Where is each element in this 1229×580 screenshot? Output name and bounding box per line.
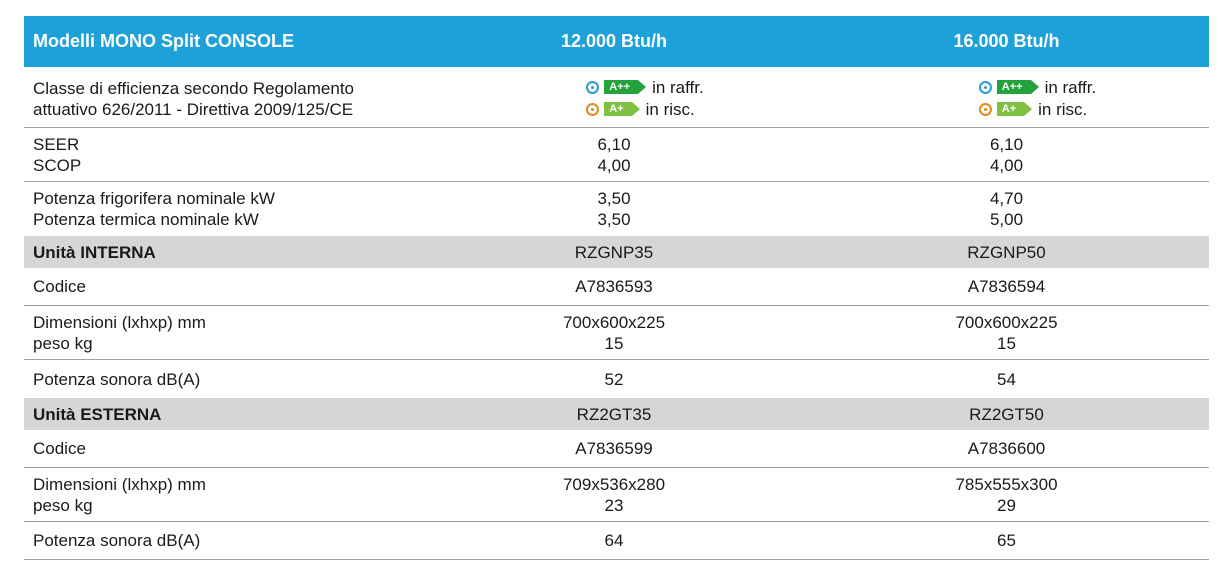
sun-icon	[586, 102, 600, 116]
header-col-16000: 16.000 Btu/h	[953, 31, 1060, 51]
outdoor-unit-title: Unità ESTERNA	[33, 404, 162, 424]
seer-label: SEER	[33, 134, 80, 154]
weight-label: peso kg	[33, 495, 93, 515]
table-row-outdoor-code: Codice A7836599 A7836600	[24, 430, 1209, 468]
energy-class-badge: A+	[604, 102, 641, 117]
section-outdoor-unit: Unità ESTERNA RZ2GT35 RZ2GT50	[24, 398, 1209, 430]
energy-class-badge: A++	[604, 80, 646, 95]
efficiency-col2: A++ in raffr. A+ in risc.	[804, 76, 1209, 121]
heating-power-value: 3,50	[597, 210, 631, 229]
seer-scop-labels: SEER SCOP	[24, 134, 424, 176]
heating-power-label: Potenza termica nominale kW	[33, 210, 259, 229]
heating-power-value: 5,00	[989, 210, 1024, 229]
scop-value: 4,00	[989, 155, 1024, 175]
dimensions-value: 700x600x225	[955, 312, 1058, 332]
code-value: A7836593	[575, 277, 653, 296]
seer-scop-col1: 6,10 4,00	[424, 134, 804, 176]
indoor-model: RZGNP50	[967, 242, 1046, 262]
heat-mode-text: in risc.	[645, 99, 695, 119]
sound-value: 54	[997, 369, 1016, 389]
table-row-indoor-code: Codice A7836593 A7836594	[24, 268, 1209, 306]
dimensions-value: 700x600x225	[562, 312, 666, 332]
cooling-power-value: 3,50	[597, 189, 631, 208]
table-row-outdoor-sound: Potenza sonora dB(A) 64 65	[24, 522, 1209, 560]
energy-class-badge: A+	[996, 102, 1033, 117]
code-value: A7836600	[967, 439, 1046, 458]
efficiency-label-line1: Classe di efficienza secondo Regolamento	[33, 78, 354, 98]
heat-mode-text: in risc.	[1038, 99, 1088, 119]
code-value: A7836599	[575, 439, 653, 458]
weight-value: 15	[604, 333, 624, 353]
indoor-dim-col2: 700x600x225 15	[804, 312, 1209, 354]
weight-value: 29	[997, 495, 1016, 515]
weight-value: 23	[604, 495, 624, 515]
sound-value: 65	[997, 531, 1016, 550]
table-header: Modelli MONO Split CONSOLE 12.000 Btu/h …	[24, 16, 1209, 70]
efficiency-label-line2: attuativo 626/2011 - Direttiva 2009/125/…	[33, 99, 354, 119]
power-col1: 3,50 3,50	[424, 188, 804, 230]
dimensions-labels: Dimensioni (lxhxp) mm peso kg	[24, 312, 424, 354]
seer-value: 6,10	[597, 134, 631, 154]
indoor-dim-col1: 700x600x225 15	[424, 312, 804, 354]
sound-value: 52	[604, 369, 624, 389]
seer-value: 6,10	[989, 134, 1024, 154]
seer-scop-col2: 6,10 4,00	[804, 134, 1209, 176]
header-model-label: Modelli MONO Split CONSOLE	[33, 31, 294, 51]
dimensions-value: 785x555x300	[955, 474, 1058, 494]
snowflake-icon	[586, 80, 600, 94]
cooling-power-value: 4,70	[989, 189, 1024, 208]
power-col2: 4,70 5,00	[804, 188, 1209, 230]
sun-icon	[978, 102, 992, 116]
scop-label: SCOP	[33, 155, 82, 175]
table-row-power: Potenza frigorifera nominale kW Potenza …	[24, 182, 1209, 236]
dimensions-value: 709x536x280	[562, 474, 666, 494]
snowflake-icon	[978, 80, 992, 94]
code-label: Codice	[33, 277, 86, 296]
efficiency-label: Classe di efficienza secondo Regolamento…	[24, 78, 424, 120]
table-row-efficiency: Classe di efficienza secondo Regolamento…	[24, 70, 1209, 128]
cool-mode-text: in raffr.	[1044, 77, 1097, 97]
indoor-model: RZGNP35	[574, 242, 654, 262]
table-row-outdoor-dimensions: Dimensioni (lxhxp) mm peso kg 709x536x28…	[24, 468, 1209, 522]
table-row-indoor-sound: Potenza sonora dB(A) 52 54	[24, 360, 1209, 398]
code-label: Codice	[33, 439, 86, 458]
outdoor-dim-col1: 709x536x280 23	[424, 474, 804, 516]
efficiency-col1: A++ in raffr. A+ in risc.	[424, 76, 804, 121]
table-row-indoor-dimensions: Dimensioni (lxhxp) mm peso kg 700x600x22…	[24, 306, 1209, 360]
dimensions-label: Dimensioni (lxhxp) mm	[33, 312, 206, 332]
weight-value: 15	[997, 333, 1016, 353]
scop-value: 4,00	[597, 155, 631, 175]
header-col-12000: 12.000 Btu/h	[560, 31, 668, 51]
sound-label: Potenza sonora dB(A)	[33, 531, 201, 550]
dimensions-label: Dimensioni (lxhxp) mm	[33, 474, 206, 494]
sound-value: 64	[604, 531, 624, 550]
power-labels: Potenza frigorifera nominale kW Potenza …	[24, 188, 424, 230]
cool-mode-text: in raffr.	[652, 77, 704, 97]
code-value: A7836594	[967, 277, 1046, 296]
spec-table: Modelli MONO Split CONSOLE 12.000 Btu/h …	[24, 16, 1209, 560]
cooling-power-label: Potenza frigorifera nominale kW	[33, 189, 275, 208]
energy-class-badge: A++	[996, 80, 1039, 95]
weight-label: peso kg	[33, 333, 93, 353]
table-row-seer-scop: SEER SCOP 6,10 4,00 6,10 4,00	[24, 128, 1209, 182]
outdoor-model: RZ2GT50	[969, 404, 1044, 424]
outdoor-model: RZ2GT35	[576, 404, 652, 424]
indoor-unit-title: Unità INTERNA	[33, 242, 156, 262]
dimensions-labels: Dimensioni (lxhxp) mm peso kg	[24, 474, 424, 516]
section-indoor-unit: Unità INTERNA RZGNP35 RZGNP50	[24, 236, 1209, 268]
sound-label: Potenza sonora dB(A)	[33, 369, 201, 389]
outdoor-dim-col2: 785x555x300 29	[804, 474, 1209, 516]
